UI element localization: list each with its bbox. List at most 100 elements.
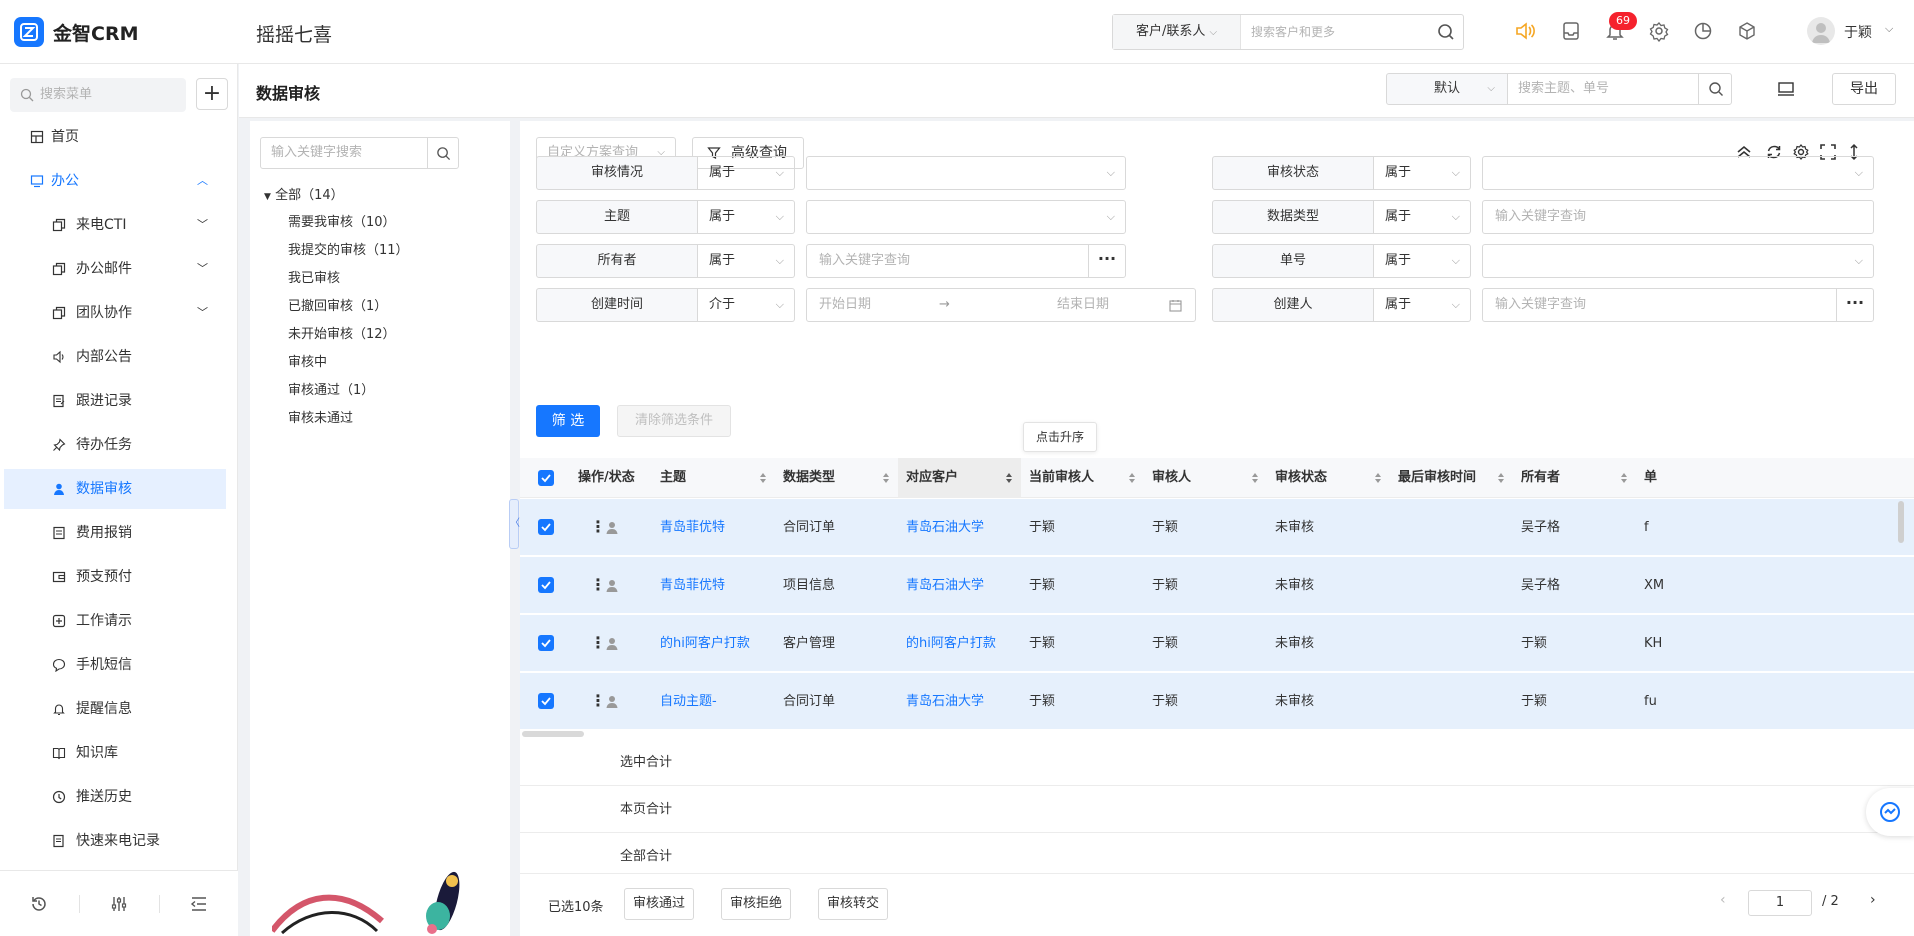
sidebar-item-announcement[interactable]: 内部公告 <box>4 337 226 377</box>
subject-search-input[interactable]: 搜索主题、单号 <box>1507 73 1699 105</box>
tree-node[interactable]: 已撤回审核（1） <box>288 296 387 318</box>
add-menu-button[interactable]: + <box>196 78 228 110</box>
sort-icon[interactable] <box>882 472 890 484</box>
more-options-button[interactable]: ··· <box>1836 288 1874 322</box>
sidebar-item-advance[interactable]: 预支预付 <box>4 557 226 597</box>
table-row[interactable]: ⋮ 青岛菲优特 项目信息 青岛石油大学 于颖 于颖 未审核 吴子格 XM <box>520 557 1914 614</box>
sidebar-item-request[interactable]: 工作请示 <box>4 601 226 641</box>
monitor-icon[interactable] <box>1777 80 1795 98</box>
collapse-tree-handle[interactable]: 〈 <box>509 499 520 549</box>
sort-icon[interactable] <box>1005 472 1013 484</box>
filter-operator-select[interactable]: 属于 ⌵ <box>1373 156 1471 190</box>
filter-value-select[interactable]: ⌵ <box>1482 156 1874 190</box>
start-date-input[interactable]: 开始日期 <box>819 289 871 321</box>
floating-assistant-button[interactable] <box>1866 788 1914 836</box>
sidebar-item-knowledge[interactable]: 知识库 <box>4 733 226 773</box>
row-checkbox[interactable] <box>538 693 554 709</box>
select-all-checkbox[interactable] <box>538 470 554 486</box>
menu-search-input[interactable]: 搜索菜单 <box>10 78 186 112</box>
column-header-customer[interactable]: 对应客户 <box>898 458 1021 498</box>
table-row[interactable]: ⋮ 青岛菲优特 合同订单 青岛石油大学 于颖 于颖 未审核 吴子格 f <box>520 499 1914 556</box>
sidebar-item-todo[interactable]: 待办任务 <box>4 425 226 465</box>
sort-icon[interactable] <box>1497 472 1505 484</box>
history-icon[interactable] <box>30 895 48 913</box>
sort-icon[interactable] <box>1128 472 1136 484</box>
filter-value-input[interactable]: 输入关键字查询 <box>1482 288 1837 322</box>
sidebar-item-data-review[interactable]: 数据审核 <box>4 469 226 509</box>
sidebar-item-quick-call[interactable]: 快速来电记录 <box>4 821 226 861</box>
row-customer-link[interactable]: 青岛石油大学 <box>898 499 1021 556</box>
speaker-icon[interactable] <box>1514 20 1536 42</box>
column-header-last-review-time[interactable]: 最后审核时间 <box>1390 458 1513 498</box>
sidebar-item-sms[interactable]: 手机短信 <box>4 645 226 685</box>
filter-value-select[interactable]: ⌵ <box>806 200 1126 234</box>
tree-node[interactable]: 未开始审核（12） <box>288 324 396 346</box>
sidebar-item-push-history[interactable]: 推送历史 <box>4 777 226 817</box>
sidebar-item-cti[interactable]: 来电CTI ﹀ <box>4 205 226 245</box>
sidebar-item-followup[interactable]: 跟进记录 <box>4 381 226 421</box>
prev-page-icon[interactable]: ‹ <box>1720 892 1726 908</box>
table-row[interactable]: ⋮ 的hi阿客户打款 客户管理 的hi阿客户打款 于颖 于颖 未审核 于颖 KH <box>520 615 1914 672</box>
pie-chart-icon[interactable] <box>1692 20 1714 42</box>
row-customer-link[interactable]: 青岛石油大学 <box>898 557 1021 614</box>
sidebar-item-home[interactable]: 首页 <box>4 117 226 157</box>
sort-select[interactable]: 默认 ⌵ <box>1386 73 1508 105</box>
date-range-picker[interactable]: 开始日期 → 结束日期 <box>806 288 1196 322</box>
column-header-number[interactable]: 单 <box>1636 458 1666 498</box>
user-menu-chevron-icon[interactable]: ⌵ <box>1885 22 1893 36</box>
filter-operator-select[interactable]: 属于 ⌵ <box>1373 200 1471 234</box>
user-name[interactable]: 于颖 <box>1844 22 1872 42</box>
column-header-subject[interactable]: 主题 <box>652 458 775 498</box>
filter-operator-select[interactable]: 属于 ⌵ <box>1373 244 1471 278</box>
sidebar-item-reminder[interactable]: 提醒信息 <box>4 689 226 729</box>
column-header-owner[interactable]: 所有者 <box>1513 458 1636 498</box>
filter-operator-select[interactable]: 属于 ⌵ <box>697 200 795 234</box>
cube-icon[interactable] <box>1736 20 1758 42</box>
tree-root[interactable]: ▼ 全部（14） <box>264 185 344 208</box>
reject-button[interactable]: 审核拒绝 <box>721 888 791 920</box>
sort-icon[interactable] <box>1251 472 1259 484</box>
column-header-data-type[interactable]: 数据类型 <box>775 458 898 498</box>
avatar[interactable] <box>1807 17 1835 45</box>
horizontal-scrollbar[interactable] <box>522 731 584 737</box>
tree-search-input[interactable]: 输入关键字搜索 <box>260 137 428 169</box>
search-icon[interactable] <box>1437 23 1455 41</box>
filter-operator-select[interactable]: 属于 ⌵ <box>1373 288 1471 322</box>
global-search-input[interactable]: 搜索客户和更多 <box>1251 15 1431 49</box>
inbox-icon[interactable] <box>1560 20 1582 42</box>
sidebar-item-office-mail[interactable]: 办公邮件 ﹀ <box>4 249 226 289</box>
row-menu-icon[interactable]: ⋮ <box>590 517 606 536</box>
tree-node[interactable]: 审核未通过 <box>288 408 353 430</box>
tree-node[interactable]: 审核中 <box>288 352 327 374</box>
export-button[interactable]: 导出 <box>1832 73 1896 105</box>
column-header-review-status[interactable]: 审核状态 <box>1267 458 1390 498</box>
row-subject-link[interactable]: 青岛菲优特 <box>652 557 775 614</box>
column-header-reviewer[interactable]: 审核人 <box>1144 458 1267 498</box>
row-checkbox[interactable] <box>538 635 554 651</box>
filter-operator-select[interactable]: 属于 ⌵ <box>697 244 795 278</box>
filter-button[interactable]: 筛 选 <box>536 405 600 437</box>
row-subject-link[interactable]: 自动主题- <box>652 673 775 730</box>
sidebar-item-expense[interactable]: 费用报销 <box>4 513 226 553</box>
filter-operator-select[interactable]: 介于 ⌵ <box>697 288 795 322</box>
next-page-icon[interactable]: › <box>1870 892 1876 908</box>
row-checkbox[interactable] <box>538 577 554 593</box>
row-menu-icon[interactable]: ⋮ <box>590 633 606 652</box>
row-menu-icon[interactable]: ⋮ <box>590 691 606 710</box>
tree-node[interactable]: 我已审核 <box>288 268 340 290</box>
tree-node[interactable]: 我提交的审核（11） <box>288 240 409 262</box>
end-date-input[interactable]: 结束日期 <box>1057 289 1109 321</box>
sidebar-item-team[interactable]: 团队协作 ﹀ <box>4 293 226 333</box>
collapse-menu-icon[interactable] <box>190 895 208 913</box>
tree-search-button[interactable] <box>427 137 459 169</box>
tree-node[interactable]: 审核通过（1） <box>288 380 374 402</box>
row-menu-icon[interactable]: ⋮ <box>590 575 606 594</box>
table-row[interactable]: ⋮ 自动主题- 合同订单 青岛石油大学 于颖 于颖 未审核 于颖 fu <box>520 673 1914 730</box>
page-number-input[interactable]: 1 <box>1748 890 1812 916</box>
filter-value-select[interactable]: ⌵ <box>806 156 1126 190</box>
column-header-current-reviewer[interactable]: 当前审核人 <box>1021 458 1144 498</box>
sliders-icon[interactable] <box>110 895 128 913</box>
row-checkbox[interactable] <box>538 519 554 535</box>
sort-icon[interactable] <box>1374 472 1382 484</box>
gear-icon[interactable] <box>1648 20 1670 42</box>
